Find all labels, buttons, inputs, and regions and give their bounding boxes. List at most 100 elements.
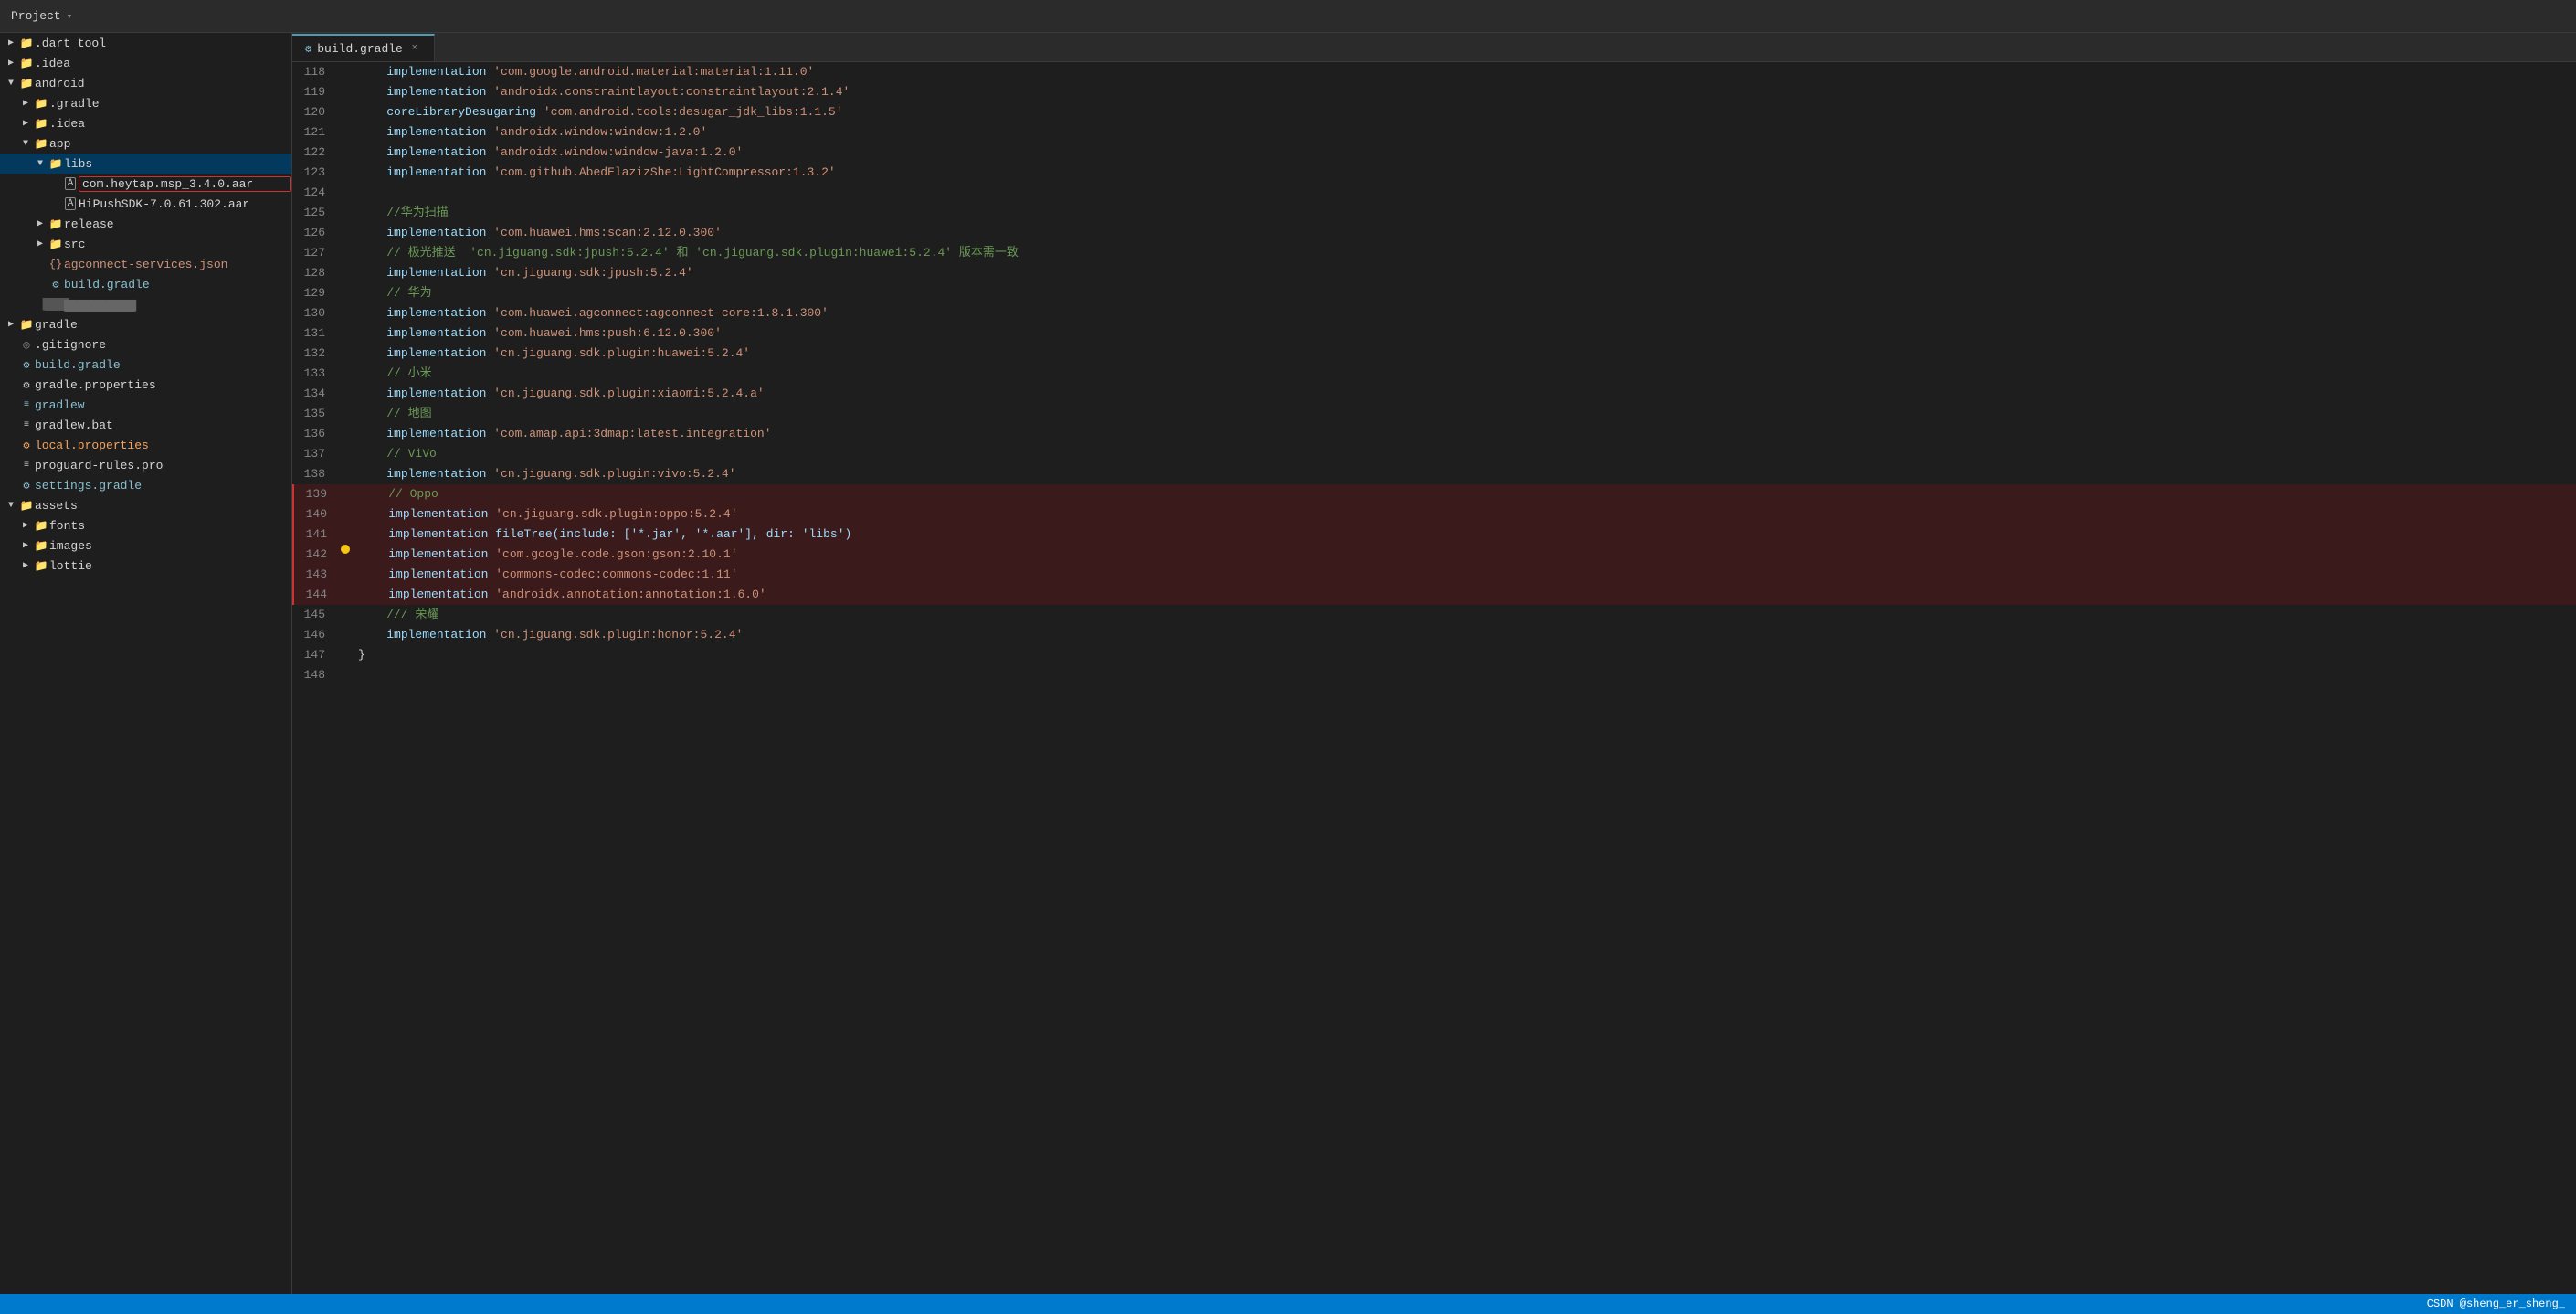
tree-item-gradle_android[interactable]: ▶📁.gradle [0, 93, 291, 113]
tree-item-proguard[interactable]: ≡proguard-rules.pro [0, 455, 291, 475]
tree-item-gitignore[interactable]: ◎.gitignore [0, 334, 291, 355]
tree-label-assets: assets [35, 499, 291, 513]
tree-icon-src: 📁 [48, 238, 64, 251]
code-row-129: 129 // 华为 [292, 283, 2576, 303]
code-row-139: 139 // Oppo [292, 484, 2576, 504]
tree-arrow-gradle_root[interactable]: ▶ [4, 319, 18, 330]
tab-bar: ⚙ build.gradle × [292, 33, 2576, 62]
project-label: Project [11, 9, 61, 23]
tree-icon-com_heytap: A [62, 177, 79, 190]
line-content-134: implementation 'cn.jiguang.sdk.plugin:xi… [351, 384, 2576, 404]
code-row-141: 141 implementation fileTree(include: ['*… [292, 525, 2576, 545]
tree-arrow-android[interactable]: ▼ [4, 79, 18, 89]
line-number-125: 125 [292, 203, 336, 223]
code-row-126: 126 implementation 'com.huawei.hms:scan:… [292, 223, 2576, 243]
line-content-123: implementation 'com.github.AbedElazizShe… [351, 163, 2576, 183]
tree-item-hipush[interactable]: AHiPushSDK-7.0.61.302.aar [0, 194, 291, 214]
tree-item-build_gradle_app[interactable]: ⚙build.gradle [0, 274, 291, 294]
tree-item-local_properties[interactable]: ⚙local.properties [0, 435, 291, 455]
tree-label-com_heytap: com.heytap.msp_3.4.0.aar [79, 176, 291, 192]
line-number-126: 126 [292, 223, 336, 243]
status-bar: CSDN @sheng_er_sheng_ [0, 1294, 2576, 1314]
line-number-145: 145 [292, 605, 336, 625]
tree-icon-proguard: ≡ [18, 461, 35, 471]
line-content-147: } [351, 645, 2576, 665]
tree-arrow-app[interactable]: ▼ [18, 139, 33, 149]
tree-label-images: images [49, 539, 291, 553]
line-content-118: implementation 'com.google.android.mater… [351, 62, 2576, 82]
tree-arrow-libs[interactable]: ▼ [33, 159, 48, 169]
tree-item-gradle_properties[interactable]: ⚙gradle.properties [0, 375, 291, 395]
line-content-139: // Oppo [353, 484, 2576, 504]
tree-arrow-images[interactable]: ▶ [18, 540, 33, 551]
tree-item-settings_gradle[interactable]: ⚙settings.gradle [0, 475, 291, 495]
line-content-126: implementation 'com.huawei.hms:scan:2.12… [351, 223, 2576, 243]
tree-arrow-fonts[interactable]: ▶ [18, 520, 33, 531]
tree-item-fonts[interactable]: ▶📁fonts [0, 515, 291, 535]
code-row-148: 148 [292, 665, 2576, 685]
tree-item-release[interactable]: ▶📁release [0, 214, 291, 234]
tree-item-src[interactable]: ▶📁src [0, 234, 291, 254]
build-gradle-tab[interactable]: ⚙ build.gradle × [292, 34, 435, 61]
line-number-139: 139 [294, 484, 338, 504]
tree-icon-idea_root: 📁 [18, 57, 35, 70]
tree-arrow-assets[interactable]: ▼ [4, 501, 18, 511]
tree-item-libs[interactable]: ▼📁libs [0, 154, 291, 174]
line-content-130: implementation 'com.huawei.agconnect:agc… [351, 303, 2576, 323]
tree-label-gradlew: gradlew [35, 398, 291, 412]
line-number-128: 128 [292, 263, 336, 283]
tree-label-agconnect: agconnect-services.json [64, 258, 291, 271]
tree-item-gradle_root[interactable]: ▶📁gradle [0, 314, 291, 334]
tree-icon-app: 📁 [33, 137, 49, 151]
tree-arrow-idea_android[interactable]: ▶ [18, 118, 33, 129]
line-number-146: 146 [292, 625, 336, 645]
tree-item-build_gradle_root[interactable]: ⚙build.gradle [0, 355, 291, 375]
code-row-142: 142 implementation 'com.google.code.gson… [292, 545, 2576, 565]
tree-arrow-lottie[interactable]: ▶ [18, 560, 33, 571]
tree-item-assets[interactable]: ▼📁assets [0, 495, 291, 515]
tree-item-idea_root[interactable]: ▶📁.idea [0, 53, 291, 73]
tree-item-gradlew[interactable]: ≡gradlew [0, 395, 291, 415]
tree-item-com_heytap[interactable]: Acom.heytap.msp_3.4.0.aar [0, 174, 291, 194]
tree-item-gradlew_bat[interactable]: ≡gradlew.bat [0, 415, 291, 435]
tree-label-android: android [35, 77, 291, 90]
tab-close-button[interactable]: × [408, 42, 421, 55]
tree-arrow-gradle_android[interactable]: ▶ [18, 98, 33, 109]
tree-arrow-dart_tool[interactable]: ▶ [4, 37, 18, 48]
code-row-134: 134 implementation 'cn.jiguang.sdk.plugi… [292, 384, 2576, 404]
file-tree: ▶📁.dart_tool▶📁.idea▼📁android▶📁.gradle▶📁.… [0, 33, 291, 576]
tree-icon-gradle_properties: ⚙ [18, 378, 35, 392]
code-row-147: 147} [292, 645, 2576, 665]
tree-item-app[interactable]: ▼📁app [0, 133, 291, 154]
line-number-140: 140 [294, 504, 338, 525]
tree-icon-idea_android: 📁 [33, 117, 49, 131]
code-row-145: 145 /// 荣耀 [292, 605, 2576, 625]
code-row-136: 136 implementation 'com.amap.api:3dmap:l… [292, 424, 2576, 444]
line-content-128: implementation 'cn.jiguang.sdk:jpush:5.2… [351, 263, 2576, 283]
tree-label-gradle_root: gradle [35, 318, 291, 332]
tree-item-android[interactable]: ▼📁android [0, 73, 291, 93]
tree-label-settings_gradle: settings.gradle [35, 479, 291, 493]
tree-item-images[interactable]: ▶📁images [0, 535, 291, 556]
tree-item-dart_tool[interactable]: ▶📁.dart_tool [0, 33, 291, 53]
tree-arrow-idea_root[interactable]: ▶ [4, 58, 18, 69]
editor-content[interactable]: 118 implementation 'com.google.android.m… [292, 62, 2576, 1294]
tree-icon-build_gradle_app: ⚙ [48, 278, 64, 291]
tree-label-gradlew_bat: gradlew.bat [35, 419, 291, 432]
tree-item-agconnect[interactable]: {}agconnect-services.json [0, 254, 291, 274]
line-number-134: 134 [292, 384, 336, 404]
tree-arrow-src[interactable]: ▶ [33, 238, 48, 249]
tree-icon-assets: 📁 [18, 499, 35, 513]
code-row-146: 146 implementation 'cn.jiguang.sdk.plugi… [292, 625, 2576, 645]
line-content-119: implementation 'androidx.constraintlayou… [351, 82, 2576, 102]
tree-icon-android: 📁 [18, 77, 35, 90]
project-title[interactable]: Project ▾ [11, 9, 72, 23]
line-content-120: coreLibraryDesugaring 'com.android.tools… [351, 102, 2576, 122]
tree-item-app_extra[interactable]: ████████████████ [0, 294, 291, 314]
line-number-127: 127 [292, 243, 336, 263]
tree-item-lottie[interactable]: ▶📁lottie [0, 556, 291, 576]
project-dropdown-icon[interactable]: ▾ [67, 10, 73, 23]
tree-arrow-release[interactable]: ▶ [33, 218, 48, 229]
line-number-120: 120 [292, 102, 336, 122]
tree-item-idea_android[interactable]: ▶📁.idea [0, 113, 291, 133]
